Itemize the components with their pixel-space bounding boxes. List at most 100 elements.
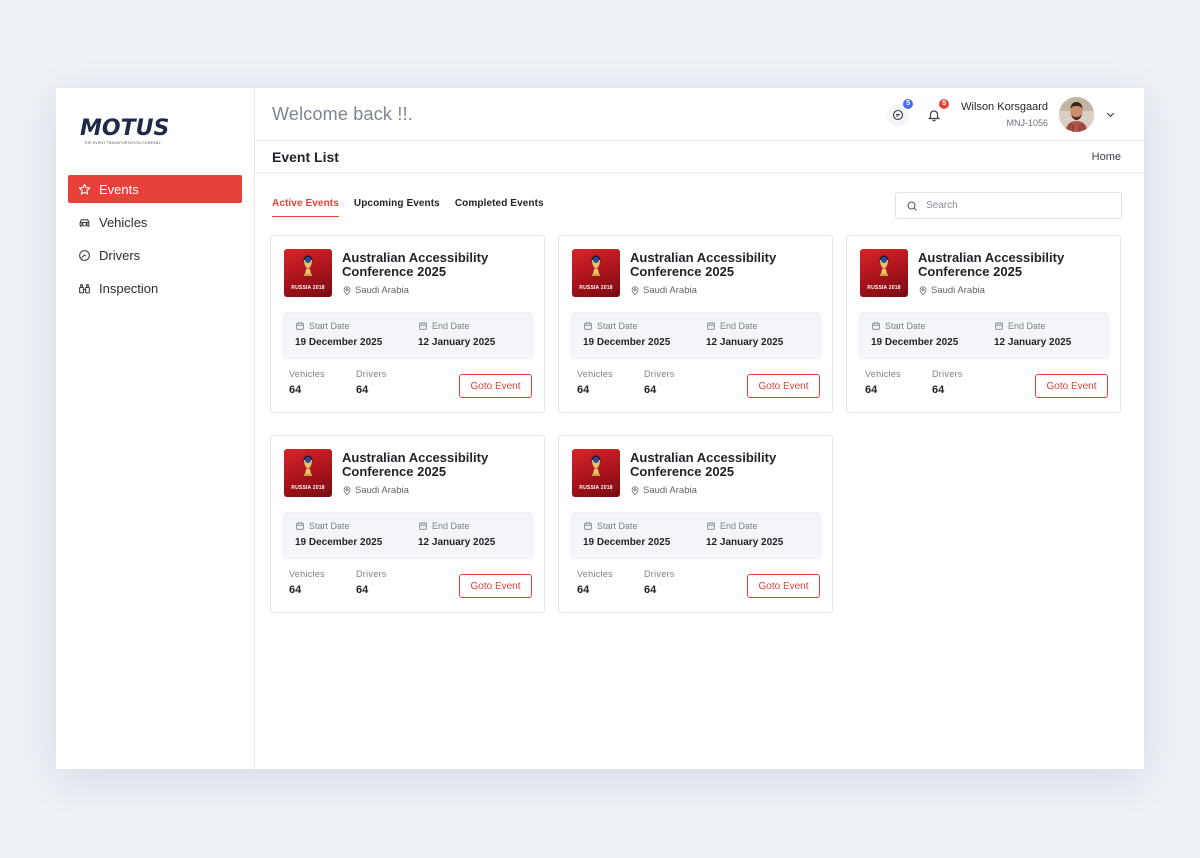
goto-event-button[interactable]: Goto Event — [459, 574, 532, 598]
end-date-label: End Date — [432, 521, 470, 531]
user-info[interactable]: Wilson Korsgaard MNJ-1056 — [961, 101, 1048, 128]
event-dates: Start Date 19 December 2025 End Date 12 … — [283, 512, 533, 559]
vehicles-stat: Vehicles 64 — [289, 569, 325, 596]
vehicles-label: Vehicles — [865, 369, 901, 379]
start-date: Start Date 19 December 2025 — [583, 321, 670, 348]
logo[interactable]: MOTUS THE EVENT TRANSPORTATION COMPANY — [80, 116, 170, 146]
vehicles-stat: Vehicles 64 — [289, 369, 325, 396]
messages-button[interactable]: 5 — [887, 98, 914, 126]
vehicles-count: 64 — [577, 584, 590, 596]
event-card: RUSSIA 2018 Australian Accessibility Con… — [558, 235, 833, 413]
drivers-count: 64 — [356, 384, 369, 396]
sidebar-item-label: Inspection — [99, 280, 159, 296]
thumbnail-caption: RUSSIA 2018 — [867, 285, 901, 291]
event-card: RUSSIA 2018 Australian Accessibility Con… — [270, 435, 545, 613]
search-input[interactable] — [926, 200, 1106, 211]
event-title: Australian Accessibility Conference 2025 — [342, 250, 489, 279]
location-pin-icon — [631, 285, 639, 295]
calendar-icon — [995, 322, 1003, 330]
vehicles-stat: Vehicles 64 — [865, 369, 901, 396]
start-date-value: 19 December 2025 — [295, 537, 383, 548]
bell-icon — [928, 109, 941, 121]
end-date: End Date 12 January 2025 — [706, 521, 783, 548]
calendar-icon — [296, 322, 304, 330]
location-pin-icon — [343, 285, 351, 295]
binoculars-icon — [78, 282, 91, 295]
chevron-down-icon — [1106, 112, 1114, 118]
breadcrumb-home[interactable]: Home — [1092, 151, 1121, 163]
start-date-label: Start Date — [597, 321, 638, 331]
vehicles-label: Vehicles — [577, 369, 613, 379]
user-menu-chevron[interactable] — [1104, 109, 1116, 121]
notifications-button[interactable]: 5 — [923, 98, 950, 126]
drivers-stat: Drivers 64 — [644, 369, 675, 396]
sidebar-item-events[interactable]: Events — [68, 175, 242, 203]
logo-subtitle: THE EVENT TRANSPORTATION COMPANY — [84, 141, 161, 145]
tab-active-events[interactable]: Active Events — [272, 198, 339, 217]
drivers-count: 64 — [644, 584, 657, 596]
calendar-icon — [419, 322, 427, 330]
drivers-count: 64 — [932, 384, 945, 396]
event-title: Australian Accessibility Conference 2025 — [630, 250, 777, 279]
event-location-text: Saudi Arabia — [355, 485, 409, 496]
event-tabs: Active Events Upcoming Events Completed … — [272, 198, 559, 217]
event-location: Saudi Arabia — [630, 285, 697, 296]
sidebar-item-vehicles[interactable]: Vehicles — [68, 208, 242, 236]
drivers-stat: Drivers 64 — [644, 569, 675, 596]
drivers-label: Drivers — [932, 369, 963, 379]
vehicles-count: 64 — [289, 384, 302, 396]
vehicles-stat: Vehicles 64 — [577, 569, 613, 596]
drivers-label: Drivers — [356, 569, 387, 579]
thumbnail-caption: RUSSIA 2018 — [291, 285, 325, 291]
event-cards-grid: RUSSIA 2018 Australian Accessibility Con… — [270, 235, 1121, 613]
thumbnail-caption: RUSSIA 2018 — [579, 485, 613, 491]
end-date-label: End Date — [720, 521, 758, 531]
drivers-stat: Drivers 64 — [356, 369, 387, 396]
goto-event-button[interactable]: Goto Event — [459, 374, 532, 398]
event-dates: Start Date 19 December 2025 End Date 12 … — [283, 312, 533, 359]
end-date-value: 12 January 2025 — [418, 337, 496, 348]
tab-upcoming-events[interactable]: Upcoming Events — [354, 198, 440, 217]
event-title: Australian Accessibility Conference 2025 — [918, 250, 1065, 279]
start-date: Start Date 19 December 2025 — [295, 321, 382, 348]
start-date-label: Start Date — [309, 521, 350, 531]
event-dates: Start Date 19 December 2025 End Date 12 … — [859, 312, 1109, 359]
tab-completed-events[interactable]: Completed Events — [455, 198, 544, 217]
car-icon — [78, 216, 91, 229]
goto-event-button[interactable]: Goto Event — [747, 374, 820, 398]
welcome-message: Welcome back !!. — [272, 103, 413, 124]
event-location: Saudi Arabia — [918, 285, 985, 296]
drivers-count: 64 — [356, 584, 369, 596]
start-date-value: 19 December 2025 — [871, 337, 959, 348]
user-name: Wilson Korsgaard — [961, 101, 1048, 113]
event-thumbnail: RUSSIA 2018 — [572, 249, 620, 297]
search-box[interactable] — [895, 192, 1122, 219]
start-date-value: 19 December 2025 — [295, 337, 383, 348]
logo-text: MOTUS — [80, 116, 170, 141]
thumbnail-caption: RUSSIA 2018 — [291, 485, 325, 491]
event-card: RUSSIA 2018 Australian Accessibility Con… — [558, 435, 833, 613]
end-date: End Date 12 January 2025 — [418, 321, 495, 348]
avatar[interactable] — [1059, 97, 1094, 132]
end-date-value: 12 January 2025 — [418, 537, 496, 548]
sidebar-item-inspection[interactable]: Inspection — [68, 274, 242, 302]
sidebar-item-label: Vehicles — [99, 214, 148, 230]
goto-event-button[interactable]: Goto Event — [1035, 374, 1108, 398]
event-title: Australian Accessibility Conference 2025 — [630, 450, 777, 479]
end-date: End Date 12 January 2025 — [418, 521, 495, 548]
sidebar-item-drivers[interactable]: Drivers — [68, 241, 242, 269]
event-location: Saudi Arabia — [342, 485, 409, 496]
calendar-icon — [872, 322, 880, 330]
event-location: Saudi Arabia — [630, 485, 697, 496]
sidebar-item-label: Drivers — [99, 247, 141, 263]
goto-event-button[interactable]: Goto Event — [747, 574, 820, 598]
drivers-label: Drivers — [356, 369, 387, 379]
drivers-label: Drivers — [644, 369, 675, 379]
event-location-text: Saudi Arabia — [643, 285, 697, 296]
search-icon — [907, 200, 917, 211]
calendar-icon — [419, 522, 427, 530]
header-actions: 5 5 Wilson Korsgaard MNJ-1056 — [887, 97, 1116, 132]
sidebar-item-label: Events — [99, 181, 139, 197]
trophy-icon — [591, 255, 601, 276]
event-card: RUSSIA 2018 Australian Accessibility Con… — [846, 235, 1121, 413]
